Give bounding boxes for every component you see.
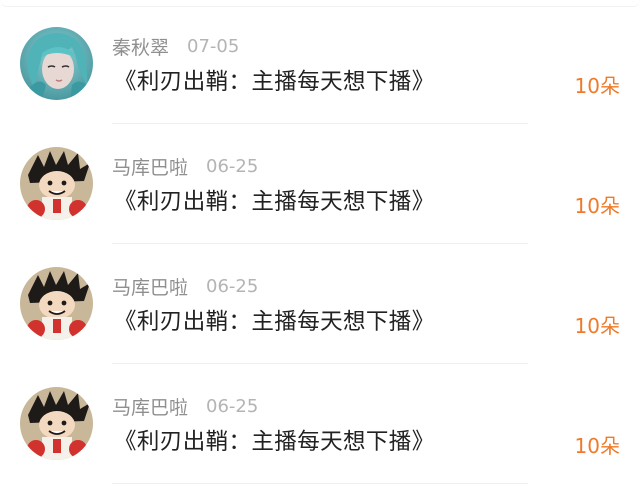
- comment-date: 06-25: [206, 275, 259, 297]
- comment-row[interactable]: 马库巴啦 06-25 《利刃出鞘：主播每天想下播》 10朵: [0, 360, 640, 484]
- comment-content: 《利刃出鞘：主播每天想下播》: [114, 189, 435, 215]
- comment-row[interactable]: 秦秋翠 07-05 《利刃出鞘：主播每天想下播》 10朵: [0, 0, 640, 124]
- row-divider: [112, 483, 528, 484]
- anime-boy-boxer-avatar-icon[interactable]: [20, 147, 93, 220]
- comment-meta: 马库巴啦 06-25: [112, 273, 258, 299]
- comment-date: 07-05: [187, 35, 240, 57]
- comment-row[interactable]: 马库巴啦 06-25 《利刃出鞘：主播每天想下播》 10朵: [0, 240, 640, 364]
- comment-date: 06-25: [206, 155, 259, 177]
- username[interactable]: 马库巴啦: [112, 273, 188, 300]
- username[interactable]: 马库巴啦: [112, 393, 188, 420]
- username[interactable]: 秦秋翠: [112, 33, 169, 60]
- comment-row[interactable]: 马库巴啦 06-25 《利刃出鞘：主播每天想下播》 10朵: [0, 120, 640, 244]
- comment-meta: 秦秋翠 07-05: [112, 33, 239, 59]
- comment-list-page: 秦秋翠 07-05 《利刃出鞘：主播每天想下播》 10朵 马库巴啦 06-25 …: [0, 0, 640, 496]
- username[interactable]: 马库巴啦: [112, 153, 188, 180]
- comment-date: 06-25: [206, 395, 259, 417]
- comment-meta: 马库巴啦 06-25: [112, 153, 258, 179]
- gift-count: 10朵: [574, 434, 620, 458]
- anime-girl-avatar-icon[interactable]: [20, 27, 93, 100]
- comment-content: 《利刃出鞘：主播每天想下播》: [114, 309, 435, 335]
- comment-meta: 马库巴啦 06-25: [112, 393, 258, 419]
- gift-count: 10朵: [574, 314, 620, 338]
- comment-content: 《利刃出鞘：主播每天想下播》: [114, 69, 435, 95]
- comment-content: 《利刃出鞘：主播每天想下播》: [114, 429, 435, 455]
- gift-count: 10朵: [574, 74, 620, 98]
- gift-count: 10朵: [574, 194, 620, 218]
- anime-boy-boxer-avatar-icon[interactable]: [20, 387, 93, 460]
- anime-boy-boxer-avatar-icon[interactable]: [20, 267, 93, 340]
